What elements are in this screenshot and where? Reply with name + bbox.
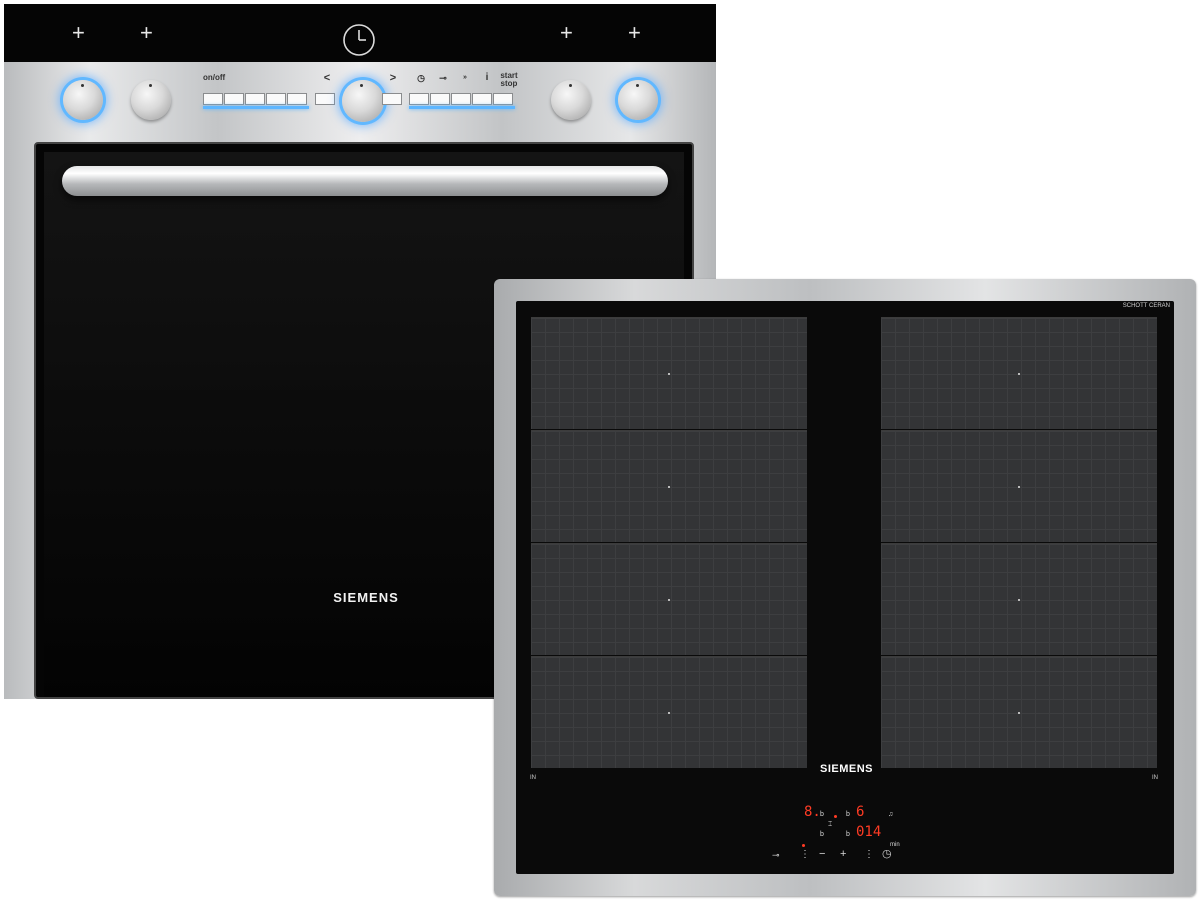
function-selector-knob[interactable] (63, 80, 103, 120)
info-label: i (485, 72, 489, 83)
cooking-zone-left-1[interactable] (531, 317, 807, 429)
zone-select-right-icon[interactable]: ⋮ (864, 849, 874, 860)
menu-button[interactable] (287, 93, 307, 105)
center-knob[interactable] (342, 80, 384, 122)
prev-button[interactable] (315, 93, 335, 105)
right-power-display: 6 (856, 804, 865, 820)
program-button[interactable] (245, 93, 265, 105)
fast-preheat-icon: » (463, 74, 467, 81)
cooking-zone-left-2[interactable] (531, 430, 807, 542)
hob-glass-surface: SCHOTT CERAN IN IN SIEMENS 8. b b ⌶ b 6 … (516, 301, 1174, 874)
accent-line-left (203, 106, 309, 109)
oven-display-symbol-2: + (140, 20, 153, 45)
onoff-button[interactable] (203, 93, 223, 105)
cooking-zone-right-2[interactable] (881, 430, 1157, 542)
timer-icon[interactable]: ◷ (882, 849, 892, 860)
zone-label-right: IN (1152, 775, 1158, 781)
cooking-zone-right-3[interactable] (881, 543, 1157, 655)
induction-hob: SCHOTT CERAN IN IN SIEMENS 8. b b ⌶ b 6 … (494, 279, 1196, 896)
plus-button[interactable]: + (840, 849, 846, 860)
minus-button[interactable]: − (819, 849, 825, 860)
oven-prev-button-row (315, 93, 336, 105)
right-knob[interactable] (551, 80, 591, 120)
oven-button-row-left (203, 93, 308, 105)
hob-brand-logo: SIEMENS (820, 763, 874, 775)
clock-icon (343, 24, 375, 56)
info-button[interactable] (472, 93, 492, 105)
right-zone-indicator: b (846, 811, 850, 818)
cooking-zone-left-3[interactable] (531, 543, 807, 655)
fast-preheat-button[interactable] (451, 93, 471, 105)
child-lock-icon: ⊸ (439, 73, 447, 83)
oven-display-symbol-4: + (628, 20, 641, 45)
zone-select-led (802, 844, 805, 847)
glass-brand-logo: SCHOTT CERAN (1122, 303, 1170, 309)
prev-label: < (323, 72, 331, 84)
mode-button[interactable] (224, 93, 244, 105)
start-stop-button[interactable] (493, 93, 513, 105)
cooking-zone-right-4[interactable] (881, 656, 1157, 768)
child-lock-icon[interactable]: ⊸ (772, 850, 780, 861)
oven-brand-logo: SIEMENS (333, 590, 399, 605)
timer-display: 014 (856, 824, 882, 840)
accent-line-right (409, 106, 515, 109)
timer-icon: ◷ (417, 73, 425, 83)
bell-icon[interactable]: ♫ (888, 811, 893, 818)
next-label: > (389, 72, 397, 84)
oven-next-button-row (382, 93, 403, 105)
cooking-zone-right-1[interactable] (881, 317, 1157, 429)
cooking-zone-left-4[interactable] (531, 656, 807, 768)
onoff-label: on/off (203, 73, 226, 82)
oven-control-panel: on/off < > ◷ ⊸ » i start stop (4, 62, 716, 142)
oven-display-bar: + + + + (4, 4, 716, 62)
combine-zones-icon: ⌶ (828, 821, 833, 828)
zone-label-left: IN (530, 775, 536, 781)
right-zone-indicator-lower: b (846, 831, 850, 838)
temperature-knob[interactable] (618, 80, 658, 120)
oven-button-row-right (409, 93, 514, 105)
child-lock-button[interactable] (430, 93, 450, 105)
oven-display-symbol-3: + (560, 20, 573, 45)
memory-button[interactable] (266, 93, 286, 105)
zone-select-icon[interactable]: ⋮ (800, 849, 810, 860)
next-button[interactable] (382, 93, 402, 105)
left-knob[interactable] (131, 80, 171, 120)
start-stop-label: start stop (500, 71, 518, 88)
left-zone-indicator: b (820, 811, 824, 818)
active-indicator-led (834, 815, 837, 818)
timer-button[interactable] (409, 93, 429, 105)
oven-display-symbol-1: + (72, 20, 85, 45)
left-power-display: 8. (804, 804, 821, 820)
oven-handle[interactable] (62, 166, 668, 196)
left-zone-indicator-lower: b (820, 831, 824, 838)
